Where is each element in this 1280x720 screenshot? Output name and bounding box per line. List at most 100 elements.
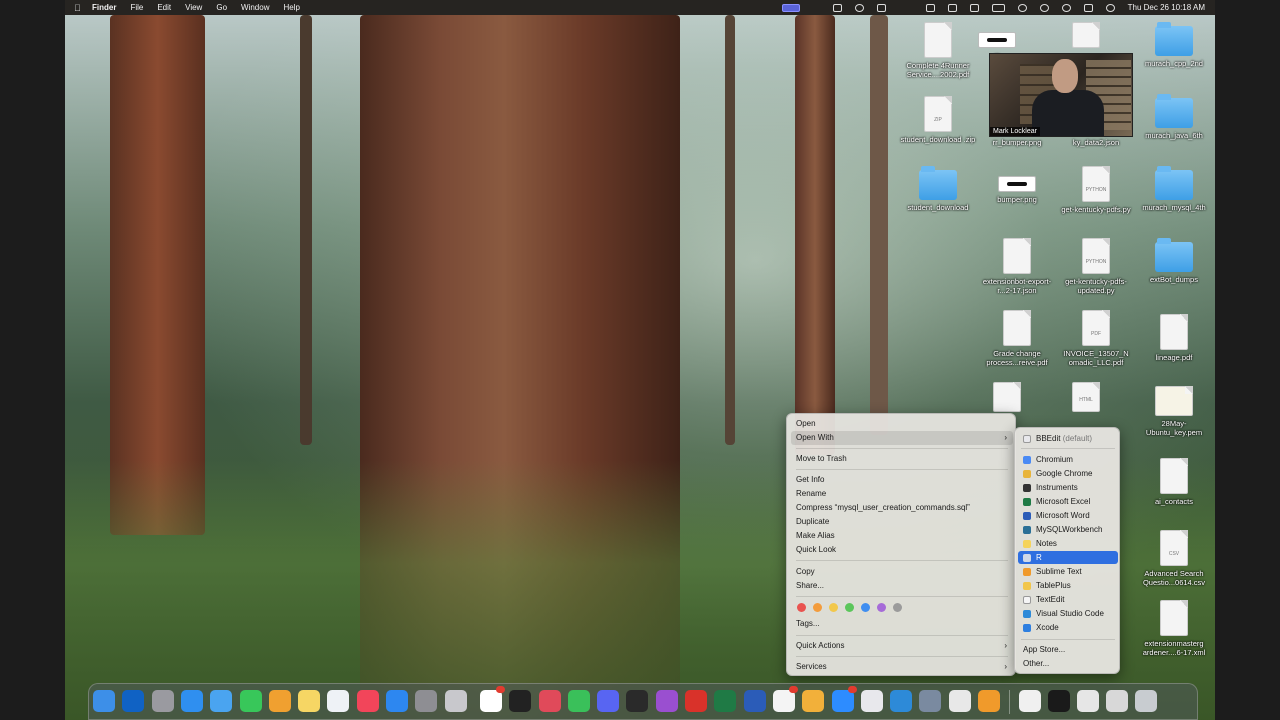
menu-clock[interactable]: Thu Dec 26 10:18 AM <box>1128 3 1205 12</box>
screenshot-stack-icon[interactable] <box>1048 690 1071 712</box>
menu-item-copy[interactable]: Copy <box>791 565 1013 579</box>
search-icon[interactable] <box>1061 3 1071 12</box>
submenu-item-bbedit[interactable]: BBEdit (default) <box>1018 432 1118 445</box>
menu-item-quick-actions[interactable]: Quick Actions › <box>791 639 1013 653</box>
user-icon[interactable] <box>1039 3 1049 12</box>
evernote-icon[interactable] <box>567 690 590 712</box>
files-stack-icon[interactable] <box>1106 690 1129 712</box>
menu-item-share[interactable]: Share... <box>791 579 1013 593</box>
desktop-file[interactable]: extensionmasterg ardener....6-17.xml <box>1134 600 1214 657</box>
desktop-file[interactable]: HTML <box>1056 382 1116 415</box>
iphone-mirroring-icon[interactable] <box>444 690 467 712</box>
music-icon[interactable] <box>356 690 379 712</box>
desktop-file[interactable]: Complete 4Runner Service....2002.pdf <box>898 22 978 79</box>
battery-icon[interactable] <box>947 3 957 12</box>
finder-icon[interactable] <box>93 690 115 712</box>
menu-item-make-alias[interactable]: Make Alias <box>791 529 1013 543</box>
podcasts-icon[interactable] <box>655 690 678 712</box>
trash-icon[interactable] <box>1135 690 1158 712</box>
screen-share-icon[interactable] <box>781 3 800 12</box>
menu-file[interactable]: File <box>130 3 143 12</box>
menu-item-rename[interactable]: Rename <box>791 487 1013 501</box>
launchpad-icon[interactable] <box>151 690 174 712</box>
menu-window[interactable]: Window <box>241 3 269 12</box>
lex-icon[interactable] <box>538 690 561 712</box>
slack-icon[interactable] <box>479 686 505 712</box>
system-settings-icon[interactable] <box>415 690 438 712</box>
submenu-item-app-store[interactable]: App Store... <box>1018 643 1118 656</box>
menu-item-open-with[interactable]: Open With › <box>791 431 1013 445</box>
sublime-icon[interactable] <box>978 690 1000 712</box>
menu-item-tags[interactable]: Tags... <box>791 617 1013 631</box>
desktop-file[interactable]: extensionbot-export-r...2-17.json <box>977 238 1057 295</box>
menu-item-quick-look[interactable]: Quick Look <box>791 543 1013 557</box>
menu-item-move-to-trash[interactable]: Move to Trash <box>791 452 1013 466</box>
battery-charge-icon[interactable] <box>991 3 1005 12</box>
cricut-icon[interactable] <box>772 686 798 712</box>
submenu-item-app[interactable]: Microsoft Excel <box>1018 495 1118 508</box>
screen-sharing-icon[interactable] <box>919 690 942 712</box>
submenu-item-app[interactable]: Sublime Text <box>1018 565 1118 578</box>
desktop-file[interactable] <box>1056 22 1116 51</box>
submenu-item-app[interactable]: Visual Studio Code <box>1018 607 1118 620</box>
menu-item-duplicate[interactable]: Duplicate <box>791 515 1013 529</box>
submenu-item-app[interactable]: Notes <box>1018 537 1118 550</box>
menu-item-compress[interactable]: Compress “mysql_user_creation_commands.s… <box>791 501 1013 515</box>
safari-icon[interactable] <box>180 690 203 712</box>
submenu-item-app-selected[interactable]: R <box>1018 551 1118 564</box>
menu-view[interactable]: View <box>185 3 202 12</box>
mail-icon[interactable] <box>210 690 233 712</box>
bluetooth-icon[interactable] <box>969 3 979 12</box>
accessibility-icon[interactable] <box>876 3 886 12</box>
tag-gray[interactable] <box>893 603 902 612</box>
control-center-icon[interactable] <box>1083 3 1093 12</box>
menu-help[interactable]: Help <box>283 3 299 12</box>
sticky-icon[interactable] <box>802 690 825 712</box>
messages-icon[interactable] <box>239 690 262 712</box>
notes-icon[interactable] <box>298 690 321 712</box>
submenu-item-app[interactable]: Chromium <box>1018 453 1118 466</box>
photos-icon[interactable] <box>268 690 291 712</box>
submenu-item-app[interactable]: Instruments <box>1018 481 1118 494</box>
submenu-item-app[interactable]: MySQLWorkbench <box>1018 523 1118 536</box>
menu-item-open[interactable]: Open <box>791 417 1013 431</box>
tag-purple[interactable] <box>877 603 886 612</box>
desktop-file[interactable]: ZIP student_download .zip <box>898 96 978 144</box>
desktop-file[interactable]: PYTHON get-kentucky-pdfs.py <box>1056 166 1136 214</box>
desktop-folder[interactable]: murach_mysql_4th <box>1134 166 1214 212</box>
copy-icon[interactable] <box>832 3 842 12</box>
submenu-item-app[interactable]: TextEdit <box>1018 593 1118 606</box>
menu-item-get-info[interactable]: Get Info <box>791 473 1013 487</box>
calendar-icon[interactable] <box>925 3 935 12</box>
tag-orange[interactable] <box>813 603 822 612</box>
zoom-icon[interactable] <box>831 686 857 712</box>
tag-red[interactable] <box>797 603 806 612</box>
menu-edit[interactable]: Edit <box>157 3 171 12</box>
menu-item-services[interactable]: Services › <box>791 660 1013 674</box>
wifi-icon[interactable] <box>1017 3 1027 12</box>
downloads-stack-icon[interactable] <box>1077 690 1100 712</box>
activity-monitor-icon[interactable] <box>626 690 649 712</box>
app-store-icon[interactable] <box>386 690 408 712</box>
desktop-folder[interactable]: extBot_dumps <box>1134 238 1214 284</box>
word-icon[interactable] <box>743 690 766 712</box>
submenu-item-other[interactable]: Other... <box>1018 657 1118 670</box>
tag-yellow[interactable] <box>829 603 838 612</box>
desktop-file[interactable]: ky_data2.json <box>1056 138 1136 147</box>
discord-icon[interactable] <box>597 690 620 712</box>
acrobat-icon[interactable] <box>685 690 707 712</box>
bbedit-icon[interactable] <box>860 690 883 712</box>
document-stack-icon[interactable] <box>1019 690 1042 712</box>
terminal-icon[interactable] <box>509 690 532 712</box>
desktop-file[interactable]: bumper.png <box>977 166 1057 204</box>
desktop-file[interactable]: CSV Advanced Search Questio...0614.csv <box>1134 530 1214 587</box>
submenu-item-app[interactable]: Microsoft Word <box>1018 509 1118 522</box>
desktop-file[interactable]: lineage.pdf <box>1134 314 1214 362</box>
chrome-icon[interactable] <box>948 690 971 712</box>
desktop-folder[interactable]: student_download <box>898 166 978 212</box>
tag-blue[interactable] <box>861 603 870 612</box>
desktop-folder[interactable]: murach_java_6th <box>1134 94 1214 140</box>
apple-menu-icon[interactable]:  <box>74 3 84 13</box>
submenu-item-app[interactable]: Google Chrome <box>1018 467 1118 480</box>
outlook-icon[interactable] <box>122 690 145 712</box>
